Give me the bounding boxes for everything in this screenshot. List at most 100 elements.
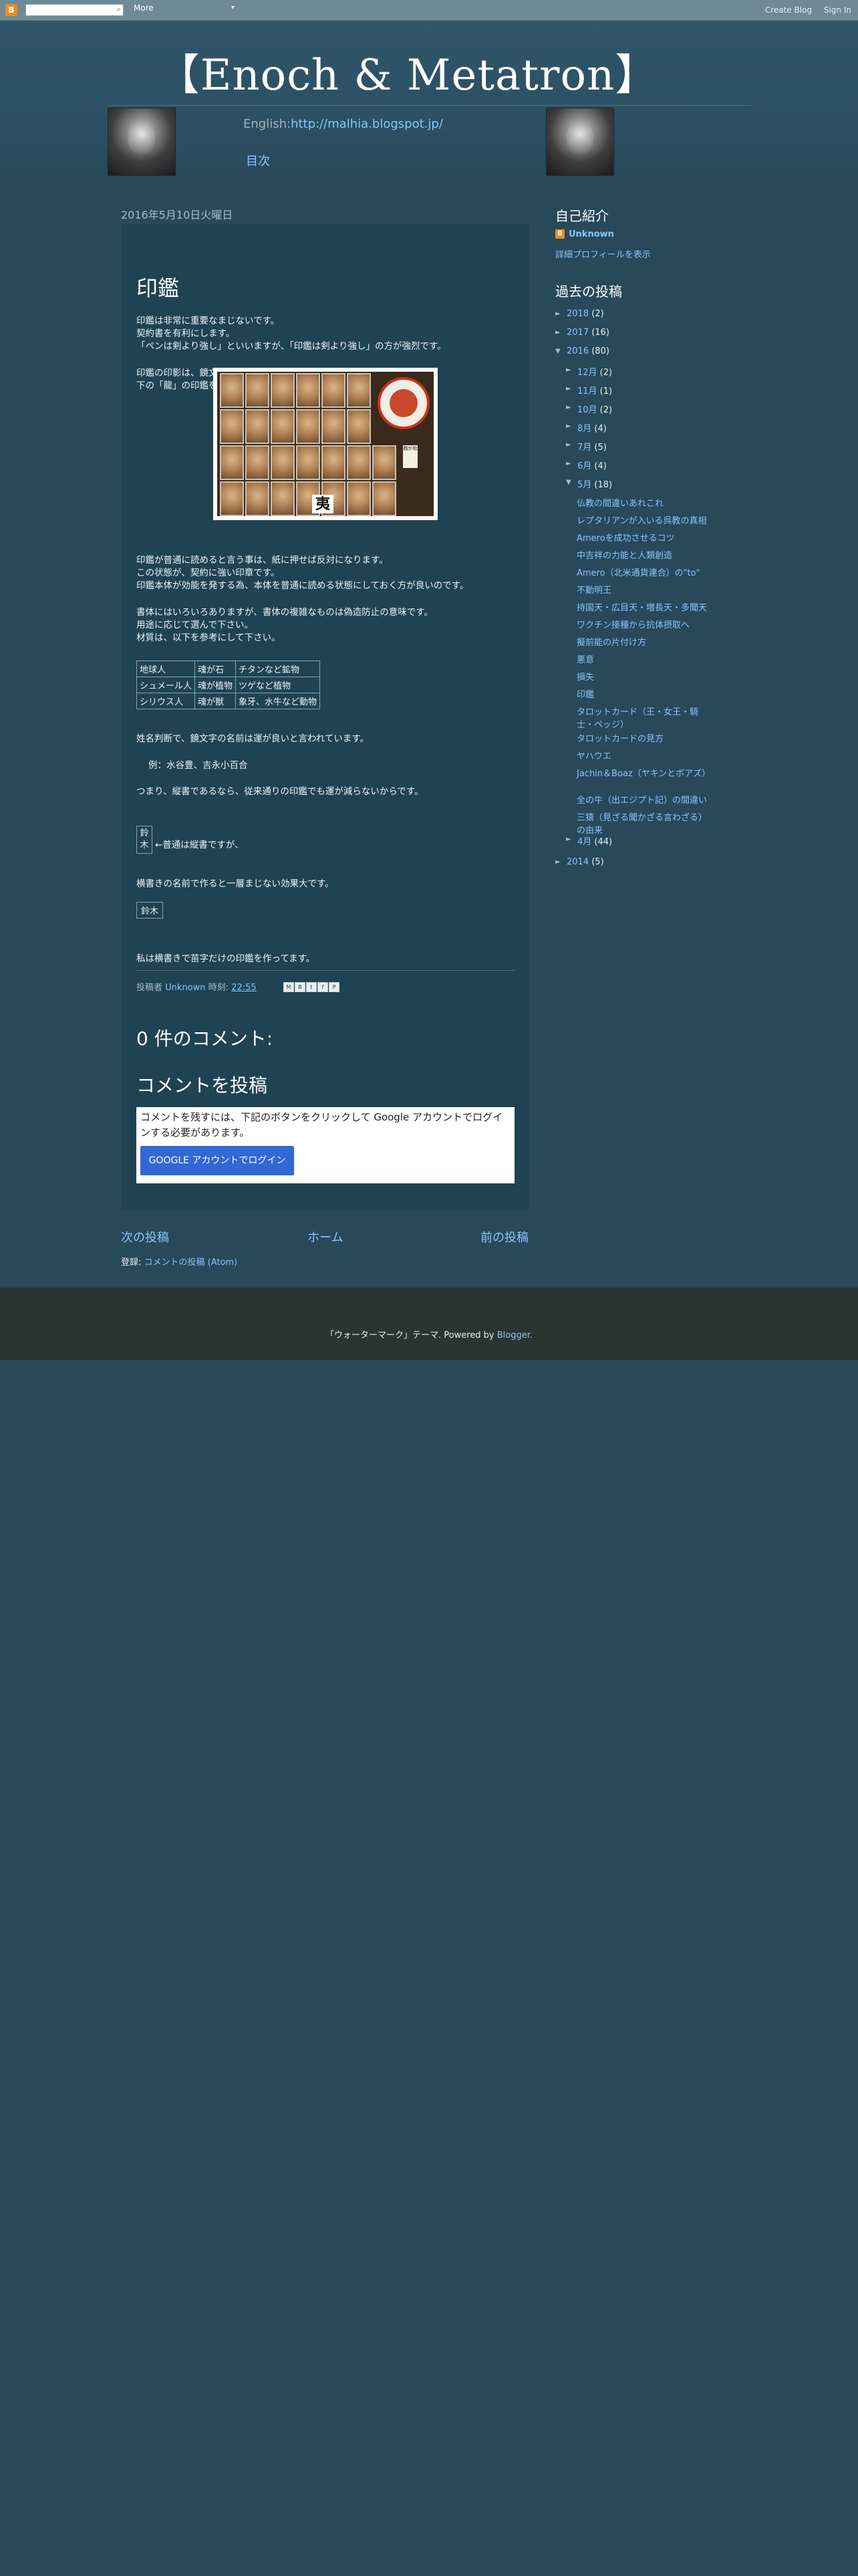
stamp-cell: [296, 409, 320, 444]
stamp-cell: [321, 445, 345, 480]
stamp-photo[interactable]: 鶴が和 夷: [213, 368, 438, 520]
table-cell: 象牙、水牛など動物: [235, 693, 321, 709]
expand-arrow-icon[interactable]: ►: [566, 366, 571, 374]
stamp-cell: [271, 445, 295, 480]
archive-year-2014[interactable]: 2014 (5): [567, 857, 604, 867]
blogger-navbar: B ⌕ More ▾ Create Blog Sign In: [0, 0, 858, 21]
more-dropdown[interactable]: More ▾: [134, 3, 237, 15]
archive-year-2017[interactable]: 2017 (16): [567, 328, 609, 338]
create-blog-link[interactable]: Create Blog: [765, 5, 812, 15]
english-site-link[interactable]: http://malhia.blogspot.jp/: [291, 117, 443, 131]
profile-name-link[interactable]: Unknown: [569, 229, 614, 239]
comments-heading: 0 件のコメント:: [136, 1028, 273, 1050]
collapse-arrow-icon[interactable]: ▼: [566, 479, 571, 486]
expand-arrow-icon[interactable]: ►: [566, 441, 571, 449]
blogger-link[interactable]: Blogger.: [497, 1330, 533, 1340]
post-text: つまり、縦書であるなら、従来通りの印鑑でも運が減らないからです。: [136, 786, 424, 797]
expand-arrow-icon[interactable]: ►: [566, 460, 571, 467]
expand-arrow-icon[interactable]: ►: [555, 858, 561, 866]
archive-year-2018[interactable]: 2018 (2): [567, 309, 604, 319]
sign-in-link[interactable]: Sign In: [824, 5, 851, 15]
facebook-share-icon[interactable]: f: [317, 982, 328, 992]
newer-post-link[interactable]: 次の投稿: [121, 1228, 169, 1246]
english-site-line: English:http://malhia.blogspot.jp/: [243, 117, 443, 131]
archive-post-link[interactable]: 持国天・広目天・増長天・多聞天: [577, 600, 707, 613]
post-text: ←普通は縦書ですが、: [155, 840, 244, 850]
blogger-logo-icon[interactable]: B: [5, 4, 17, 16]
archive-post-link[interactable]: ワクチン接種から抗体摂取へ: [577, 618, 707, 630]
table-row: シュメール人 魂が植物 ツゲなど植物: [136, 677, 321, 693]
stamp-cell: [245, 409, 269, 444]
home-link[interactable]: ホーム: [307, 1228, 343, 1246]
archive-month-item[interactable]: 6月 (4): [577, 459, 607, 471]
older-post-link[interactable]: 前の投稿: [480, 1228, 529, 1246]
stamp-cell: [220, 481, 244, 516]
archive-post-link[interactable]: Ameroを成功させるコツ: [577, 531, 707, 544]
navbar-search-input[interactable]: ⌕: [25, 4, 124, 16]
stamp-cell: [245, 373, 269, 408]
archive-post-link[interactable]: Jachin＆Boaz（ヤキンとボアズ）: [577, 766, 710, 779]
profile-heading: 自己紹介: [555, 208, 609, 224]
posted-by-label: 投稿者: [136, 983, 163, 993]
english-label: English:: [243, 117, 291, 131]
toc-link[interactable]: 目次: [246, 152, 270, 169]
archive-year-2016[interactable]: 2016 (80): [567, 346, 609, 356]
archive-post-link[interactable]: 不動明王: [577, 583, 707, 596]
expand-arrow-icon[interactable]: ►: [566, 423, 571, 430]
post-text: 印鑑は非常に重要なまじないです。: [136, 316, 280, 326]
archive-post-link[interactable]: レプタリアンが入いる呉教の真相: [577, 513, 707, 526]
table-cell: チタンなど鉱物: [235, 661, 321, 677]
stamp-cell: [271, 409, 295, 444]
collapse-arrow-icon[interactable]: ▼: [555, 348, 561, 355]
expand-arrow-icon[interactable]: ►: [566, 385, 571, 392]
post-text: 材質は、以下を参考にして下さい。: [136, 632, 281, 643]
archive-month-item[interactable]: 10月 (2): [577, 402, 612, 415]
archive-month-item[interactable]: 7月 (5): [577, 440, 607, 453]
pinterest-share-icon[interactable]: P: [329, 982, 339, 992]
blog-title[interactable]: 【Enoch & Metatron】: [107, 41, 708, 102]
archive-post-link[interactable]: Amero（北米通貨連合）の"to": [577, 566, 707, 578]
full-profile-link[interactable]: 詳細プロフィールを表示: [555, 247, 651, 260]
author-link[interactable]: Unknown: [165, 983, 205, 993]
archive-post-link[interactable]: ヤハウエ: [577, 749, 707, 762]
post-time-link[interactable]: 22:55: [231, 983, 256, 993]
archive-month-item[interactable]: 4月 (44): [577, 834, 612, 847]
atom-feed-link[interactable]: コメントの投稿 (Atom): [144, 1258, 238, 1268]
expand-arrow-icon[interactable]: ►: [566, 836, 571, 843]
expand-arrow-icon[interactable]: ►: [555, 329, 561, 336]
search-icon[interactable]: ⌕: [117, 5, 121, 14]
archive-month-item[interactable]: 11月 (1): [577, 384, 612, 396]
archive-post-link[interactable]: 悪意: [577, 653, 707, 665]
stamp-cell: [220, 445, 244, 480]
archive-post-link[interactable]: 三猿（見ざる聞かざる言わざる）の由来: [577, 810, 707, 836]
expand-arrow-icon[interactable]: ►: [566, 404, 571, 411]
post-text: 例：水谷豊、吉永小百合: [148, 760, 248, 771]
archive-post-link[interactable]: 損失: [577, 670, 707, 683]
stamp-cell: [347, 481, 371, 516]
archive-month-item[interactable]: 8月 (4): [577, 421, 607, 434]
post-text: 契約書を有利にします。: [136, 328, 235, 339]
subscribe-line: 登録: コメントの投稿 (Atom): [121, 1255, 237, 1268]
archive-post-link[interactable]: 中吉祥の力能と人類創造: [577, 548, 707, 561]
navbar-actions: Create Blog Sign In: [756, 5, 851, 15]
blogthis-icon[interactable]: B: [295, 982, 305, 992]
stamp-cell: [271, 373, 295, 408]
google-login-button[interactable]: GOOGLE アカウントでログイン: [140, 1146, 294, 1175]
share-buttons: M B t f P: [283, 982, 339, 992]
expand-arrow-icon[interactable]: ►: [555, 310, 561, 318]
archive-post-link[interactable]: 擬前能の片付け方: [577, 635, 707, 648]
email-share-icon[interactable]: M: [283, 982, 294, 992]
suzuki-char: 鈴: [140, 828, 149, 838]
archive-post-link[interactable]: タロットカード（王・女王・騎士・ペッジ）: [577, 705, 707, 730]
post-text: 「ペンは剣より強し」といいますが、「印鑑は剣より強し」の方が強烈です。: [136, 341, 446, 352]
archive-month-item[interactable]: 12月 (2): [577, 365, 612, 378]
archive-post-link[interactable]: 仏教の間違いあれこれ: [577, 496, 707, 509]
archive-post-link[interactable]: タロットカードの見方: [577, 731, 707, 744]
archive-post-link[interactable]: 全の牛（出エジプト記）の間違い: [577, 793, 707, 806]
archive-post-link[interactable]: 印鑑: [577, 687, 707, 700]
twitter-share-icon[interactable]: t: [306, 982, 317, 992]
archive-month-item[interactable]: 5月 (18): [577, 477, 612, 490]
post-divider: [136, 970, 515, 971]
post-text: 印鑑本体が効能を発する為、本体を普通に読める状態にしておく方が良いのです。: [136, 580, 469, 591]
post-text: 用途に応じて選んで下さい。: [136, 620, 253, 630]
